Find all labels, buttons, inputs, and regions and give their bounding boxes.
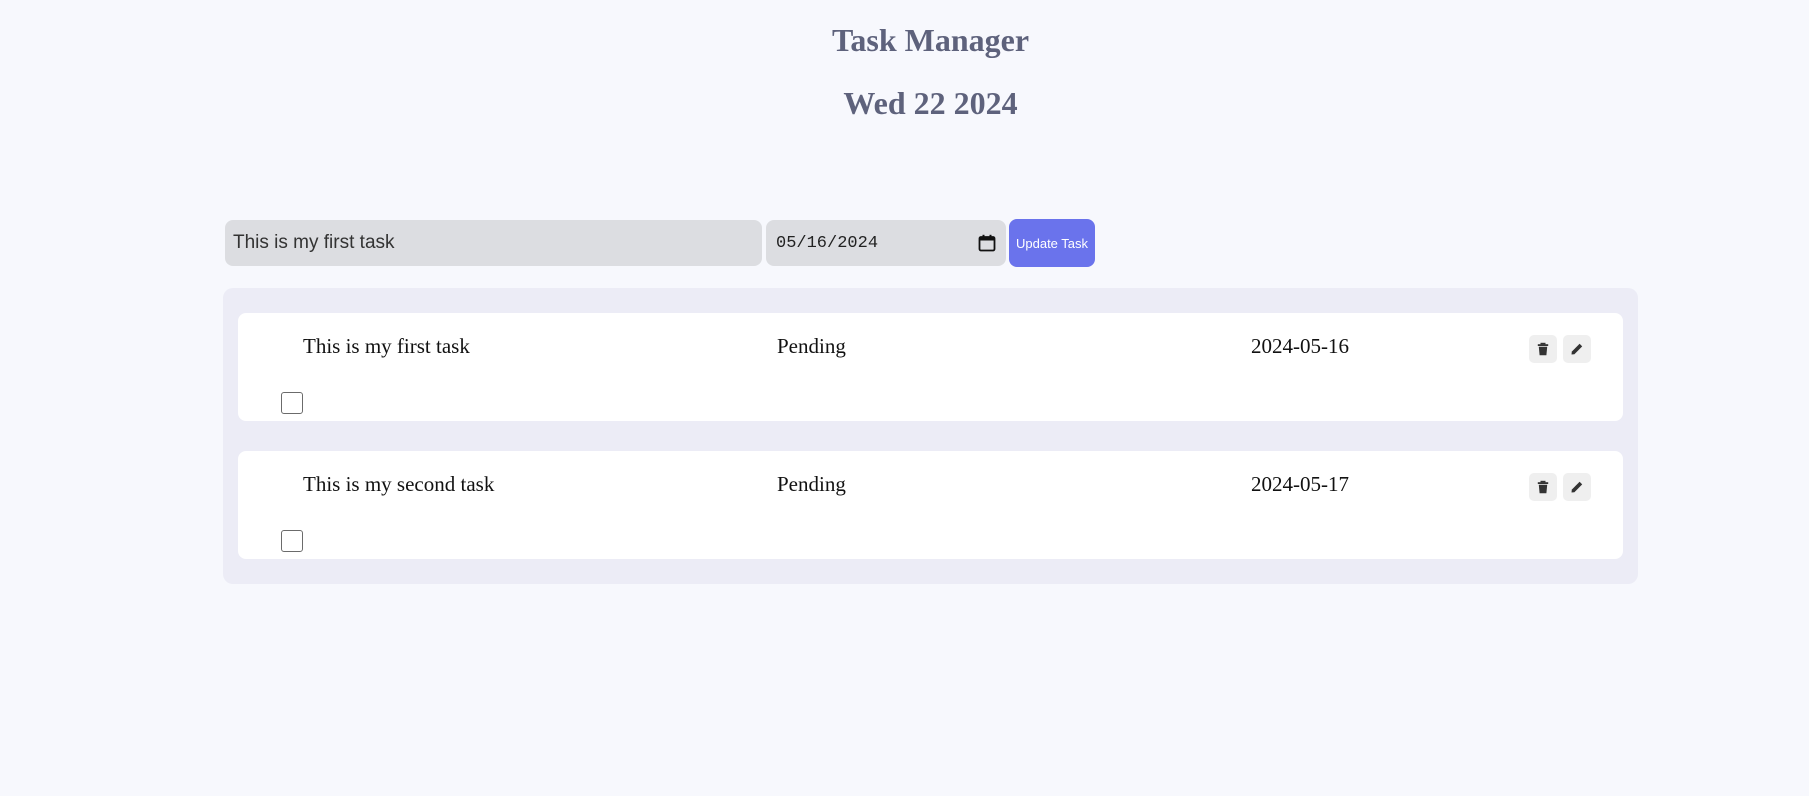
- task-status: Pending: [777, 472, 846, 496]
- edit-task-button[interactable]: [1563, 335, 1591, 363]
- task-date-input[interactable]: 05/16/2024: [766, 220, 1006, 266]
- task-text: This is my first task: [303, 334, 470, 358]
- task-text: This is my second task: [303, 472, 495, 496]
- task-item: This is my first task Pending 2024-05-16: [238, 313, 1623, 421]
- task-status: Pending: [777, 334, 846, 358]
- delete-task-button[interactable]: [1529, 473, 1557, 501]
- task-date: 2024-05-17: [1251, 472, 1349, 496]
- task-item: This is my second task Pending 2024-05-1…: [238, 451, 1623, 559]
- delete-task-button[interactable]: [1529, 335, 1557, 363]
- pencil-icon: [1571, 481, 1583, 493]
- trash-icon: [1537, 342, 1549, 356]
- current-date-heading: Wed 22 2024: [843, 85, 1018, 121]
- trash-icon: [1537, 480, 1549, 494]
- task-date-value: 05/16/2024: [776, 233, 879, 253]
- update-task-button[interactable]: Update Task: [1009, 219, 1095, 267]
- task-complete-checkbox[interactable]: [281, 530, 303, 552]
- pencil-icon: [1571, 343, 1583, 355]
- task-text-input[interactable]: [225, 220, 762, 266]
- task-date: 2024-05-16: [1251, 334, 1349, 358]
- task-complete-checkbox[interactable]: [281, 392, 303, 414]
- edit-task-button[interactable]: [1563, 473, 1591, 501]
- task-list: This is my first task Pending 2024-05-16…: [223, 288, 1638, 584]
- calendar-icon[interactable]: [978, 234, 996, 252]
- page-title: Task Manager: [831, 22, 1030, 58]
